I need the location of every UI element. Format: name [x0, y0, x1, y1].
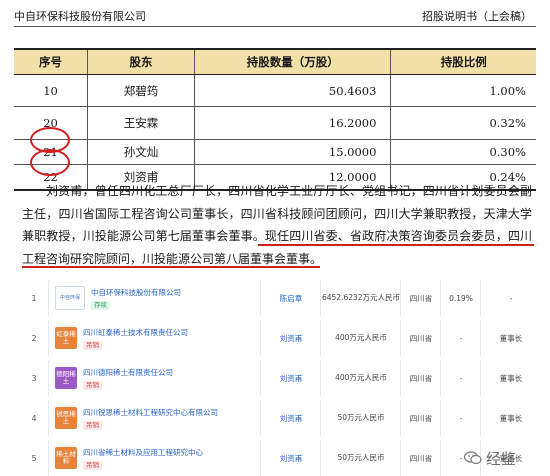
province: 四川省 [400, 320, 441, 356]
list-item[interactable]: 4 锐思稀土 四川锐思稀土材料工程研究中心有限公司 吊销 刘资甫 50万元人民币… [20, 400, 540, 436]
position: 董事长 [480, 400, 541, 436]
header-rule [14, 26, 536, 27]
item-index: 3 [31, 373, 37, 383]
row-shares: 50.4603 [194, 74, 392, 107]
status-badge: 吊销 [83, 460, 102, 470]
col-header-no: 序号 [14, 48, 89, 75]
col-header-shares: 持股数量（万股） [194, 48, 392, 75]
bio-text-part3: 。 [310, 251, 323, 266]
legal-person-link[interactable]: 刘资甫 [260, 400, 321, 436]
legal-person-link[interactable]: 刘资甫 [260, 320, 321, 356]
position: 董事长 [480, 360, 541, 396]
item-index: 2 [31, 333, 37, 343]
page-header: 中自环保科技股份有限公司 招股说明书（上会稿） [0, 0, 550, 28]
province: 四川省 [400, 400, 441, 436]
company-logo-icon: 锐思稀土 [55, 407, 77, 429]
company-logo-icon: 稀土材料 [55, 447, 77, 469]
company-name-link[interactable]: 中自环保科技股份有限公司 [91, 287, 181, 298]
registered-capital: 50万元人民币 [320, 400, 401, 436]
registered-capital: 6452.6232万元人民币 [320, 280, 401, 316]
header-company: 中自环保科技股份有限公司 [14, 10, 146, 23]
table-header-row: 序号 股东 持股数量（万股） 持股比例 [14, 48, 536, 75]
list-item[interactable]: 2 虹泰稀土 四川虹泰稀土技术有限责任公司 吊销 刘资甫 400万元人民币 四川… [20, 320, 540, 356]
annotation-circle-22 [30, 149, 70, 176]
holding-ratio: - [440, 400, 481, 436]
col-header-ratio: 持股比例 [390, 48, 536, 75]
province: 四川省 [400, 360, 441, 396]
item-company: 中自环保 中自环保科技股份有限公司 存续 [48, 280, 261, 316]
item-company: 德阳稀土 四川德阳稀土有限责任公司 吊销 [48, 360, 261, 396]
company-name-link[interactable]: 四川虹泰稀土技术有限责任公司 [83, 327, 188, 338]
shareholder-table: 序号 股东 持股数量（万股） 持股比例 10 郑碧筠 50.4603 1.00%… [14, 48, 536, 191]
list-item[interactable]: 1 中自环保 中自环保科技股份有限公司 存续 陈启章 6452.6232万元人民… [20, 280, 540, 316]
status-badge: 吊销 [83, 420, 102, 430]
list-item[interactable]: 5 稀土材料 四川省稀土材料及应用工程研究中心 吊销 刘资甫 50万元人民币 四… [20, 440, 540, 476]
list-item[interactable]: 3 德阳稀土 四川德阳稀土有限责任公司 吊销 刘资甫 400万元人民币 四川省 … [20, 360, 540, 396]
row-ratio: 0.32% [390, 106, 536, 140]
company-logo-icon: 虹泰稀土 [55, 327, 77, 349]
annotation-underline-1 [258, 244, 534, 246]
col-header-name: 股东 [87, 48, 196, 75]
position: 董事长 [480, 320, 541, 356]
company-logo-icon: 中自环保 [55, 286, 85, 310]
holding-ratio: - [440, 320, 481, 356]
item-index: 1 [31, 293, 37, 303]
company-name-link[interactable]: 四川德阳稀土有限责任公司 [83, 367, 173, 378]
header-doc-title: 招股说明书（上会稿） [422, 10, 532, 23]
status-badge: 吊销 [83, 380, 102, 390]
bio-paragraph: 刘资甫，曾任四川化工总厂厂长，四川省化学工业厅厅长、党组书记，四川省计划委员会副… [22, 180, 532, 270]
position: - [480, 280, 541, 316]
registered-capital: 400万元人民币 [320, 360, 401, 396]
status-badge: 存续 [91, 300, 110, 310]
annotation-underline-2 [22, 266, 320, 268]
company-name-link[interactable]: 四川省稀土材料及应用工程研究中心 [83, 447, 203, 458]
item-index: 5 [31, 453, 37, 463]
table-row: 21 孙文灿 15.0000 0.30% [14, 139, 536, 165]
registered-capital: 400万元人民币 [320, 320, 401, 356]
province: 四川省 [400, 440, 441, 476]
legal-person-link[interactable]: 陈启章 [260, 280, 321, 316]
item-index: 4 [31, 413, 37, 423]
company-name-link[interactable]: 四川锐思稀土材料工程研究中心有限公司 [83, 407, 218, 418]
status-badge: 吊销 [83, 340, 102, 350]
row-shares: 15.0000 [194, 139, 392, 165]
row-name: 郑碧筠 [87, 74, 196, 107]
row-no: 10 [14, 74, 89, 107]
table-row: 10 郑碧筠 50.4603 1.00% [14, 74, 536, 107]
table-row: 20 王安霖 16.2000 0.32% [14, 106, 536, 140]
holding-ratio: - [440, 360, 481, 396]
holding-ratio: 0.19% [440, 280, 481, 316]
legal-person-link[interactable]: 刘资甫 [260, 360, 321, 396]
row-name: 王安霖 [87, 106, 196, 140]
legal-person-link[interactable]: 刘资甫 [260, 440, 321, 476]
company-logo-icon: 德阳稀土 [55, 367, 77, 389]
watermark-text: 经鉴 [486, 450, 517, 468]
related-companies-list: 1 中自环保 中自环保科技股份有限公司 存续 陈启章 6452.6232万元人民… [20, 280, 540, 476]
row-ratio: 1.00% [390, 74, 536, 107]
item-company: 锐思稀土 四川锐思稀土材料工程研究中心有限公司 吊销 [48, 400, 261, 436]
item-company: 稀土材料 四川省稀土材料及应用工程研究中心 吊销 [48, 440, 261, 476]
registered-capital: 50万元人民币 [320, 440, 401, 476]
province: 四川省 [400, 280, 441, 316]
row-shares: 16.2000 [194, 106, 392, 140]
row-ratio: 0.30% [390, 139, 536, 165]
row-name: 孙文灿 [87, 139, 196, 165]
item-company: 虹泰稀土 四川虹泰稀土技术有限责任公司 吊销 [48, 320, 261, 356]
wechat-bubble-icon [464, 451, 482, 465]
